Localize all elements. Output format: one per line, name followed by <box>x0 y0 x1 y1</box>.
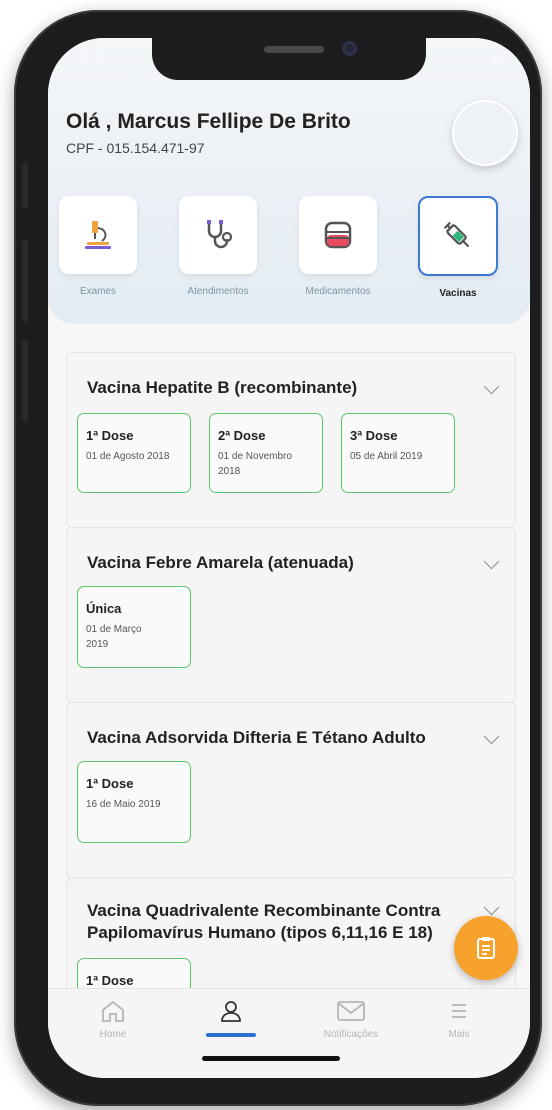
report-fab[interactable] <box>454 916 518 980</box>
pill-box-icon <box>324 221 352 249</box>
category-label: Exames <box>79 286 117 297</box>
user-icon <box>221 1001 241 1022</box>
front-camera <box>342 41 357 56</box>
notch <box>152 38 426 80</box>
category-label: Atendimentos <box>187 286 249 297</box>
syringe-icon <box>443 221 470 248</box>
mute-switch <box>22 162 28 208</box>
status-time: 10:10 <box>78 52 106 64</box>
vaccine-title: Vacina Adsorvida Difteria E Tétano Adult… <box>87 728 426 747</box>
vaccine-list: Vacina Hepatite B (recombinante) 1ª Dose… <box>66 352 516 1039</box>
category-vacinas[interactable]: Vacinas <box>418 196 498 299</box>
vaccine-card[interactable]: Vacina Hepatite B (recombinante) 1ª Dose… <box>66 352 516 528</box>
volume-down-button <box>22 340 28 422</box>
stethoscope-icon <box>207 220 233 249</box>
greeting-title: Olá , Marcus Fellipe De Brito <box>66 110 351 133</box>
avatar[interactable] <box>452 100 518 166</box>
nav-mais[interactable]: Mais <box>414 999 504 1040</box>
dose-name: Única <box>86 601 122 616</box>
clipboard-icon <box>477 937 495 959</box>
microscope-icon <box>85 221 111 249</box>
dose-date: 01 de Novembro 2018 <box>218 451 292 477</box>
category-atendimentos[interactable]: Atendimentos <box>178 196 258 297</box>
dose-card[interactable]: Única 01 de Março 2019 <box>77 586 191 668</box>
category-vacinas-button[interactable] <box>418 196 498 276</box>
category-exames[interactable]: Exames <box>58 196 138 297</box>
vaccine-title: Vacina Quadrivalente Recombinante Contra… <box>87 901 441 942</box>
category-medicamentos[interactable]: Medicamentos <box>298 196 378 297</box>
dose-date: 05 de Abril 2019 <box>350 451 423 462</box>
nav-home[interactable]: Home <box>68 999 158 1040</box>
mail-icon <box>337 1001 365 1021</box>
dose-date: 16 de Maio 2019 <box>86 799 161 810</box>
dose-name: 3ª Dose <box>350 428 398 443</box>
dose-date: 01 de Agosto 2018 <box>86 451 170 462</box>
volume-up-button <box>22 240 28 322</box>
dose-name: 1ª Dose <box>86 973 134 988</box>
nav-label: Mais <box>448 1029 470 1040</box>
nav-notificacoes[interactable]: Notificações <box>306 999 396 1040</box>
dose-name: 2ª Dose <box>218 428 266 443</box>
user-cpf: CPF - 015.154.471-97 <box>66 140 205 156</box>
dose-list: 1ª Dose 16 de Maio 2019 <box>77 761 191 843</box>
category-label: Vacinas <box>439 288 477 299</box>
category-atendimentos-button[interactable] <box>179 196 257 274</box>
vaccine-title: Vacina Hepatite B (recombinante) <box>87 378 358 397</box>
home-icon <box>102 1000 124 1022</box>
vaccine-title: Vacina Febre Amarela (atenuada) <box>87 553 354 572</box>
category-medicamentos-button[interactable] <box>299 196 377 274</box>
status-network: 4G <box>491 56 506 68</box>
nav-label: Notificações <box>323 1029 379 1040</box>
home-indicator <box>202 1056 340 1061</box>
dose-name: 1ª Dose <box>86 776 134 791</box>
dose-list: Única 01 de Março 2019 <box>77 586 191 668</box>
category-exames-button[interactable] <box>59 196 137 274</box>
dose-date: 01 de Março 2019 <box>86 624 142 650</box>
active-tab-indicator <box>206 1033 256 1037</box>
dose-name: 1ª Dose <box>86 428 134 443</box>
dose-card[interactable]: 1ª Dose 16 de Maio 2019 <box>77 761 191 843</box>
category-label: Medicamentos <box>305 286 371 297</box>
dose-card[interactable]: 1ª Dose 01 de Agosto 2018 <box>77 413 191 493</box>
speaker-grille <box>264 46 324 53</box>
vaccine-card[interactable]: Vacina Adsorvida Difteria E Tétano Adult… <box>66 702 516 878</box>
app-screen: 10:10 4G Olá , Marcus Fellipe De Brito C… <box>48 38 530 1078</box>
menu-icon <box>452 1004 466 1018</box>
vaccine-card[interactable]: Vacina Febre Amarela (atenuada) Única 01… <box>66 527 516 703</box>
nav-profile[interactable] <box>186 999 276 1029</box>
dose-card[interactable]: 3ª Dose 05 de Abril 2019 <box>341 413 455 493</box>
nav-label: Home <box>99 1029 127 1040</box>
dose-list: 1ª Dose 01 de Agosto 2018 2ª Dose 01 de … <box>77 413 455 493</box>
dose-card[interactable]: 2ª Dose 01 de Novembro 2018 <box>209 413 323 493</box>
bottom-navigation: Home Notificações Mais <box>48 988 530 1078</box>
